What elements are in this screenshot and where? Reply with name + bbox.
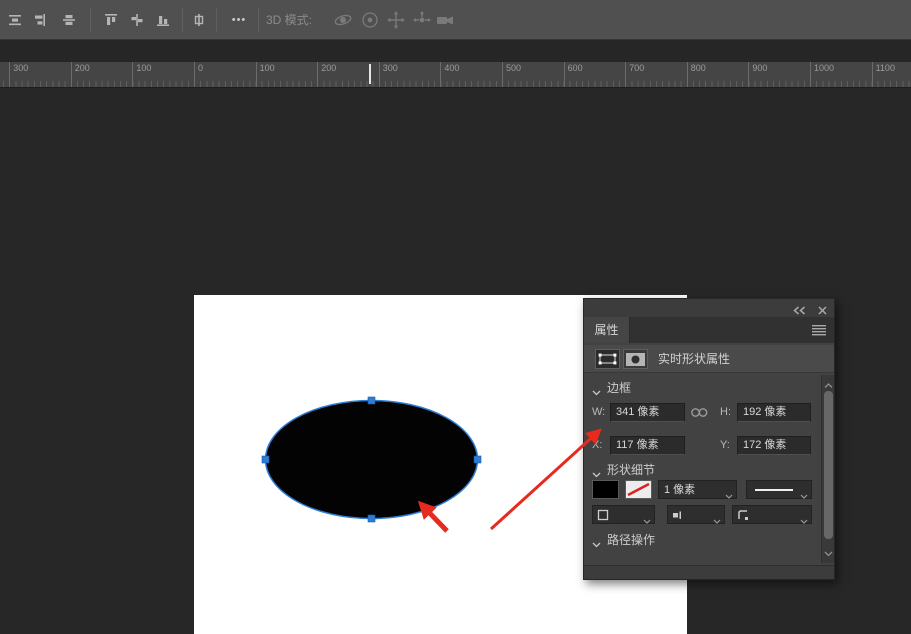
stroke-align-dropdown[interactable] bbox=[592, 505, 655, 524]
ruler-major-tick: 500 bbox=[502, 62, 503, 87]
orbit-3d-icon[interactable] bbox=[330, 7, 356, 33]
distribute-vertical-centers-icon[interactable] bbox=[2, 7, 28, 33]
properties-panel: 属性 实时形状属性 边框 bbox=[583, 298, 835, 580]
chevron-down-icon bbox=[592, 537, 601, 551]
camera-3d-icon[interactable] bbox=[433, 7, 459, 33]
panel-tabbar: 属性 bbox=[584, 317, 834, 343]
pan-3d-icon[interactable] bbox=[383, 7, 409, 33]
toolbar-separator bbox=[216, 8, 217, 32]
shape-ellipse bbox=[266, 401, 478, 519]
chevron-down-icon bbox=[800, 488, 808, 505]
chevron-down-icon bbox=[725, 488, 733, 505]
section-path-operations[interactable]: 路径操作 bbox=[584, 529, 818, 551]
ruler-major-tick: 200 bbox=[317, 62, 318, 87]
stroke-caps-icon bbox=[672, 509, 684, 527]
panel-scrollbar[interactable] bbox=[821, 375, 834, 563]
ruler-major-tick: 1100 bbox=[872, 62, 873, 87]
stroke-color-swatch[interactable] bbox=[625, 480, 652, 499]
options-bar: ••• 3D 模式: bbox=[0, 0, 911, 40]
stroke-width-dropdown[interactable]: 1 像素 bbox=[658, 480, 737, 499]
y-position-field[interactable]: 172 像素 bbox=[737, 436, 811, 455]
y-label: Y: bbox=[720, 436, 730, 455]
live-shape-properties-title: 实时形状属性 bbox=[658, 345, 730, 373]
align-horizontal-centers-icon[interactable] bbox=[124, 7, 150, 33]
close-panel-icon[interactable] bbox=[818, 303, 827, 318]
more-options-icon[interactable]: ••• bbox=[224, 7, 254, 33]
panel-bottom-bar[interactable] bbox=[584, 565, 834, 579]
live-shape-header-row: 实时形状属性 bbox=[584, 345, 834, 373]
solid-line-preview bbox=[755, 489, 793, 491]
ruler-major-tick: 800 bbox=[687, 62, 688, 87]
section-bounds[interactable]: 边框 bbox=[584, 377, 818, 399]
shape-handle-top bbox=[368, 397, 375, 404]
toolbar-separator bbox=[182, 8, 183, 32]
transform-box-icon[interactable] bbox=[595, 349, 620, 369]
chevron-down-icon bbox=[643, 513, 651, 530]
x-label: X: bbox=[592, 436, 602, 455]
ruler-major-tick: 700 bbox=[625, 62, 626, 87]
align-top-edges-icon[interactable] bbox=[98, 7, 124, 33]
document-bar bbox=[0, 41, 911, 62]
height-field[interactable]: 192 像素 bbox=[737, 403, 811, 422]
ruler-major-tick: 600 bbox=[564, 62, 565, 87]
slide-3d-icon[interactable] bbox=[409, 7, 435, 33]
stroke-corners-icon bbox=[737, 509, 749, 527]
shape-handle-bottom bbox=[368, 515, 375, 522]
toolbar-separator bbox=[90, 8, 91, 32]
ruler-major-tick: 300 bbox=[379, 62, 380, 87]
ruler-minor-ticks bbox=[3, 81, 911, 87]
tab-properties[interactable]: 属性 bbox=[584, 317, 630, 343]
ruler-major-tick: 100 bbox=[256, 62, 257, 87]
distribute-right-edges-icon[interactable] bbox=[26, 7, 52, 33]
align-bottom-edges-icon[interactable] bbox=[150, 7, 176, 33]
w-label: W: bbox=[592, 403, 605, 422]
x-position-field[interactable]: 117 像素 bbox=[610, 436, 685, 455]
align-left-edges-icon[interactable] bbox=[186, 7, 212, 33]
chevron-down-icon bbox=[592, 385, 601, 399]
width-field[interactable]: 341 像素 bbox=[610, 403, 685, 422]
ruler-cursor-indicator bbox=[369, 64, 371, 84]
fill-color-swatch[interactable] bbox=[592, 480, 619, 499]
scroll-up-icon[interactable] bbox=[824, 378, 833, 392]
ruler-major-tick: 900 bbox=[748, 62, 749, 87]
toolbar-separator bbox=[258, 8, 259, 32]
chevron-down-icon bbox=[800, 513, 808, 530]
stroke-caps-dropdown[interactable] bbox=[667, 505, 725, 524]
shape-handle-right bbox=[474, 456, 481, 463]
collapse-panel-icon[interactable] bbox=[793, 303, 806, 318]
shape-handle-left bbox=[262, 456, 269, 463]
3d-mode-label: 3D 模式: bbox=[266, 0, 312, 40]
panel-menu-icon[interactable] bbox=[812, 324, 826, 339]
chevron-down-icon bbox=[592, 467, 601, 481]
align-vertical-centers-icon[interactable] bbox=[56, 7, 82, 33]
panel-content: 实时形状属性 边框 W: 341 像素 H: 192 像素 X: 117 bbox=[584, 343, 834, 567]
roll-3d-icon[interactable] bbox=[357, 7, 383, 33]
scrollbar-thumb[interactable] bbox=[824, 391, 833, 539]
ruler-major-tick: 400 bbox=[440, 62, 441, 87]
horizontal-ruler[interactable]: 3002001000100200300400500600700800900100… bbox=[0, 62, 911, 88]
panel-titlebar bbox=[584, 299, 834, 317]
section-shape-details[interactable]: 形状细节 bbox=[584, 459, 818, 481]
stroke-align-icon bbox=[597, 509, 609, 527]
ruler-major-tick: 1000 bbox=[810, 62, 811, 87]
mask-icon[interactable] bbox=[623, 349, 648, 369]
ruler-major-tick: 0 bbox=[194, 62, 195, 87]
stroke-style-dropdown[interactable] bbox=[746, 480, 812, 499]
stroke-corners-dropdown[interactable] bbox=[732, 505, 812, 524]
h-label: H: bbox=[720, 403, 731, 422]
ruler-major-tick: 100 bbox=[132, 62, 133, 87]
scroll-down-icon[interactable] bbox=[824, 546, 833, 560]
chevron-down-icon bbox=[713, 513, 721, 530]
ruler-major-tick: 200 bbox=[71, 62, 72, 87]
link-dimensions-icon[interactable] bbox=[690, 407, 709, 421]
ruler-major-tick: 300 bbox=[9, 62, 10, 87]
